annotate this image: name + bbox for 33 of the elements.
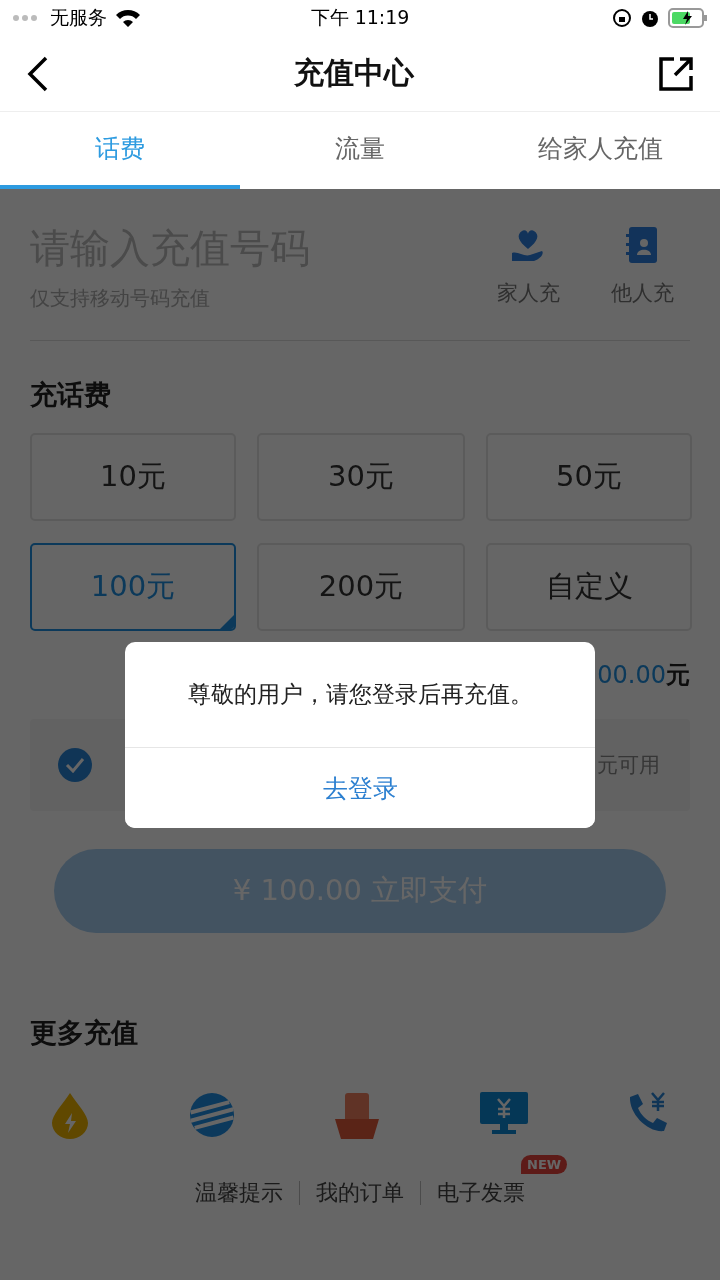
coupon-checkbox[interactable] [58, 748, 92, 782]
new-badge: NEW [521, 1155, 568, 1174]
amount-option[interactable]: 50元 [486, 433, 692, 521]
globe-icon[interactable] [187, 1091, 236, 1139]
alarm-clock-icon [640, 8, 660, 28]
footer-link[interactable]: 我的订单 [299, 1181, 420, 1205]
page-title: 充值中心 [294, 54, 414, 92]
status-time: 下午 11:19 [310, 5, 410, 30]
check-icon [65, 757, 85, 773]
wifi-icon [115, 8, 141, 28]
price-value: 00.00 [597, 661, 666, 689]
monitor-icon[interactable] [478, 1091, 529, 1135]
amount-option[interactable]: 200元 [257, 543, 465, 631]
rotation-lock-icon [612, 8, 632, 28]
tab[interactable]: 话费 [0, 112, 240, 189]
tab[interactable]: 给家人充值 [480, 112, 720, 189]
footer-link[interactable]: 温馨提示 [179, 1181, 299, 1205]
amount-option[interactable]: 自定义 [486, 543, 692, 631]
tab[interactable]: 流量 [240, 112, 480, 189]
contact-book-icon[interactable] [625, 225, 659, 265]
footer-link[interactable]: 电子发票 [420, 1181, 541, 1205]
battery-icon [668, 8, 708, 28]
lightning-drop-icon[interactable] [50, 1091, 90, 1139]
signal-icon [12, 14, 38, 22]
amount-option[interactable]: 30元 [257, 433, 465, 521]
amount-option[interactable]: 10元 [30, 433, 236, 521]
carrier-text: 无服务 [50, 5, 107, 30]
amount-option[interactable]: 100元 [30, 543, 236, 631]
phone-bill-icon[interactable] [333, 1091, 381, 1141]
section-title: 充话费 [30, 378, 112, 412]
share-icon[interactable] [658, 55, 694, 92]
section-title: 更多充值 [30, 1016, 139, 1050]
price-unit: 元 [666, 660, 690, 691]
